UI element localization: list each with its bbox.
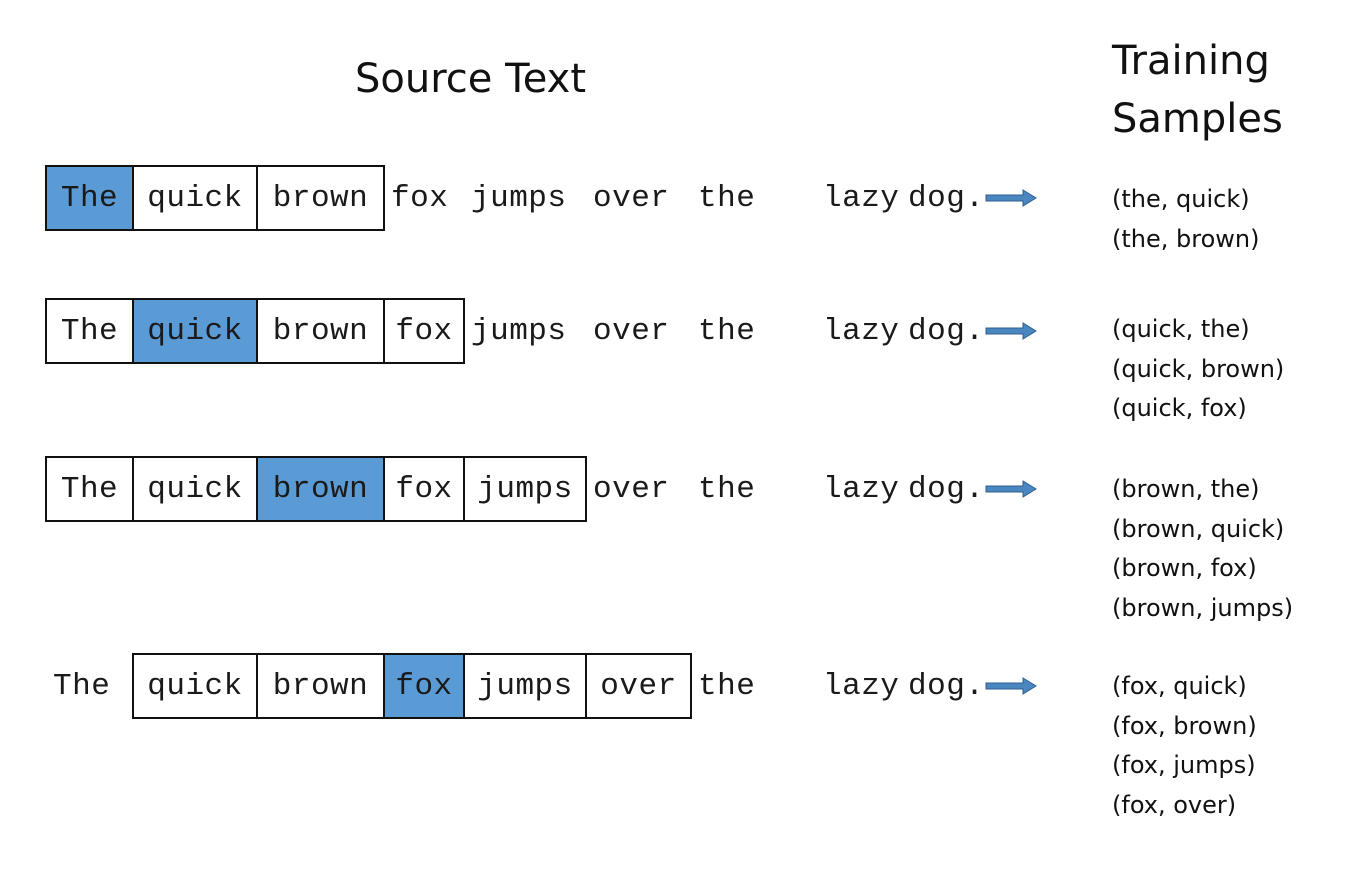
training-samples-list: (the, quick) (the, brown) (1112, 180, 1259, 259)
context-word: fox (383, 298, 465, 364)
context-word: jumps (463, 653, 587, 719)
word: dog. (908, 313, 985, 349)
training-sample: (brown, fox) (1112, 554, 1257, 582)
word: the (698, 180, 756, 216)
word: the (698, 471, 756, 507)
training-sample: (brown, quick) (1112, 514, 1285, 543)
right-arrow-icon (985, 480, 1037, 498)
right-arrow-icon (985, 189, 1037, 207)
training-samples-title-line1: Training (1112, 38, 1270, 84)
training-sample: (quick, the) (1112, 315, 1250, 343)
target-word: The (45, 165, 134, 231)
right-arrow-icon (985, 677, 1037, 695)
word: fox (391, 180, 449, 216)
training-samples-title-line2: Samples (1112, 96, 1283, 142)
word: over (593, 180, 670, 216)
context-word: The (45, 456, 134, 522)
training-samples-list: (brown, the) (brown, quick) (brown, fox) (b… (1112, 470, 1293, 628)
word: jumps (471, 313, 567, 349)
training-samples-list: (quick, the) (quick, brown) (quick, fox) (1112, 310, 1284, 429)
context-word: over (585, 653, 692, 719)
training-samples-list: (fox, quick) (fox, brown) (fox, jumps) (fox… (1112, 667, 1257, 825)
context-word: jumps (463, 456, 587, 522)
training-sample: (quick, fox) (1112, 394, 1247, 422)
target-word: brown (256, 456, 385, 522)
training-sample: (the, brown) (1112, 224, 1260, 253)
context-word: quick (132, 165, 258, 231)
training-sample: (fox, jumps) (1112, 751, 1256, 779)
word: the (698, 668, 756, 704)
word: dog. (908, 471, 985, 507)
training-sample: (brown, the) (1112, 475, 1260, 503)
word: The (53, 668, 111, 704)
context-word: quick (132, 456, 258, 522)
context-word: brown (256, 653, 385, 719)
source-text-title: Source Text (355, 56, 586, 102)
training-sample: (brown, jumps) (1112, 593, 1294, 622)
training-sample: (fox, over) (1112, 790, 1237, 819)
context-word: fox (383, 456, 465, 522)
training-sample: (fox, quick) (1112, 672, 1247, 700)
word: over (593, 471, 670, 507)
word: dog. (908, 668, 985, 704)
word: the (698, 313, 756, 349)
context-word: brown (256, 298, 385, 364)
training-sample: (quick, brown) (1112, 354, 1285, 383)
context-word: brown (256, 165, 385, 231)
word: lazy (823, 668, 900, 704)
word: dog. (908, 180, 985, 216)
word: lazy (823, 180, 900, 216)
right-arrow-icon (985, 322, 1037, 340)
word: lazy (823, 471, 900, 507)
training-sample: (fox, brown) (1112, 711, 1257, 740)
word: jumps (471, 180, 567, 216)
training-sample: (the, quick) (1112, 185, 1250, 213)
word: lazy (823, 313, 900, 349)
context-word: quick (132, 653, 258, 719)
word: over (593, 313, 670, 349)
target-word: fox (383, 653, 465, 719)
context-word: The (45, 298, 134, 364)
target-word: quick (132, 298, 258, 364)
training-samples-title: Training Samples (1112, 32, 1283, 148)
